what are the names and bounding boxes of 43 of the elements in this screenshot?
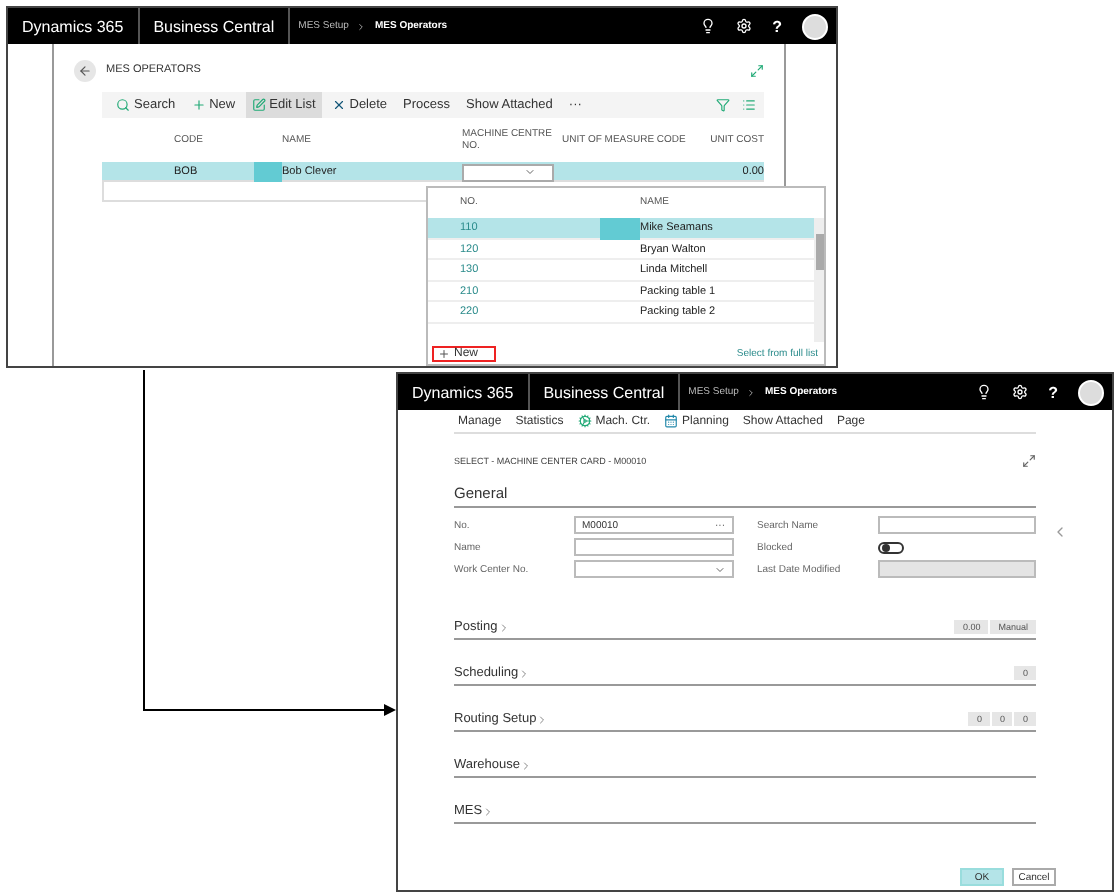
toggle-switch[interactable] [877, 541, 903, 553]
edit-icon [251, 98, 266, 112]
chevron-down-icon [713, 563, 725, 575]
filter-icon[interactable] [716, 98, 730, 112]
gear-icon [577, 414, 592, 428]
list-icon[interactable] [742, 98, 756, 112]
row-marker [600, 218, 640, 239]
back-arrow-icon [78, 63, 92, 77]
chevron-right-icon [520, 759, 532, 771]
input-field[interactable] [877, 516, 1036, 534]
settings-icon[interactable] [736, 18, 753, 34]
lightbulb-icon[interactable] [700, 18, 717, 34]
plus-icon [438, 347, 450, 359]
app-name[interactable]: Business Central [139, 17, 289, 35]
help-icon[interactable]: ? [1048, 383, 1058, 401]
app-name[interactable]: Business Central [529, 383, 679, 401]
collapse-icon[interactable] [1052, 524, 1068, 540]
help-icon[interactable]: ? [772, 17, 782, 35]
chevron-icon [746, 387, 757, 397]
avatar-icon[interactable] [802, 13, 828, 39]
back-button[interactable] [74, 59, 96, 81]
row-marker [254, 162, 282, 182]
dropdown-field[interactable] [574, 560, 733, 578]
chevron-right-icon [482, 805, 495, 817]
machine-centre-dropdown[interactable] [462, 163, 554, 181]
lightbulb-icon[interactable] [976, 384, 993, 400]
chevron-right-icon [518, 667, 531, 679]
input-field[interactable] [574, 538, 733, 556]
scrollbar[interactable] [814, 218, 824, 342]
search-icon [116, 98, 130, 112]
plus-icon [191, 98, 206, 112]
avatar-icon[interactable] [1078, 379, 1104, 405]
calendar-icon [664, 414, 679, 428]
settings-icon[interactable] [1012, 384, 1029, 400]
chevron-down-icon [524, 166, 536, 178]
product-name[interactable]: Dynamics 365 [398, 383, 528, 401]
chevron-icon [356, 21, 367, 31]
product-name[interactable]: Dynamics 365 [8, 17, 138, 35]
chevron-right-icon [497, 621, 510, 633]
chevron-right-icon [536, 713, 549, 725]
expand-icon[interactable] [1022, 453, 1036, 467]
delete-icon [331, 98, 346, 112]
expand-icon[interactable] [750, 63, 764, 77]
